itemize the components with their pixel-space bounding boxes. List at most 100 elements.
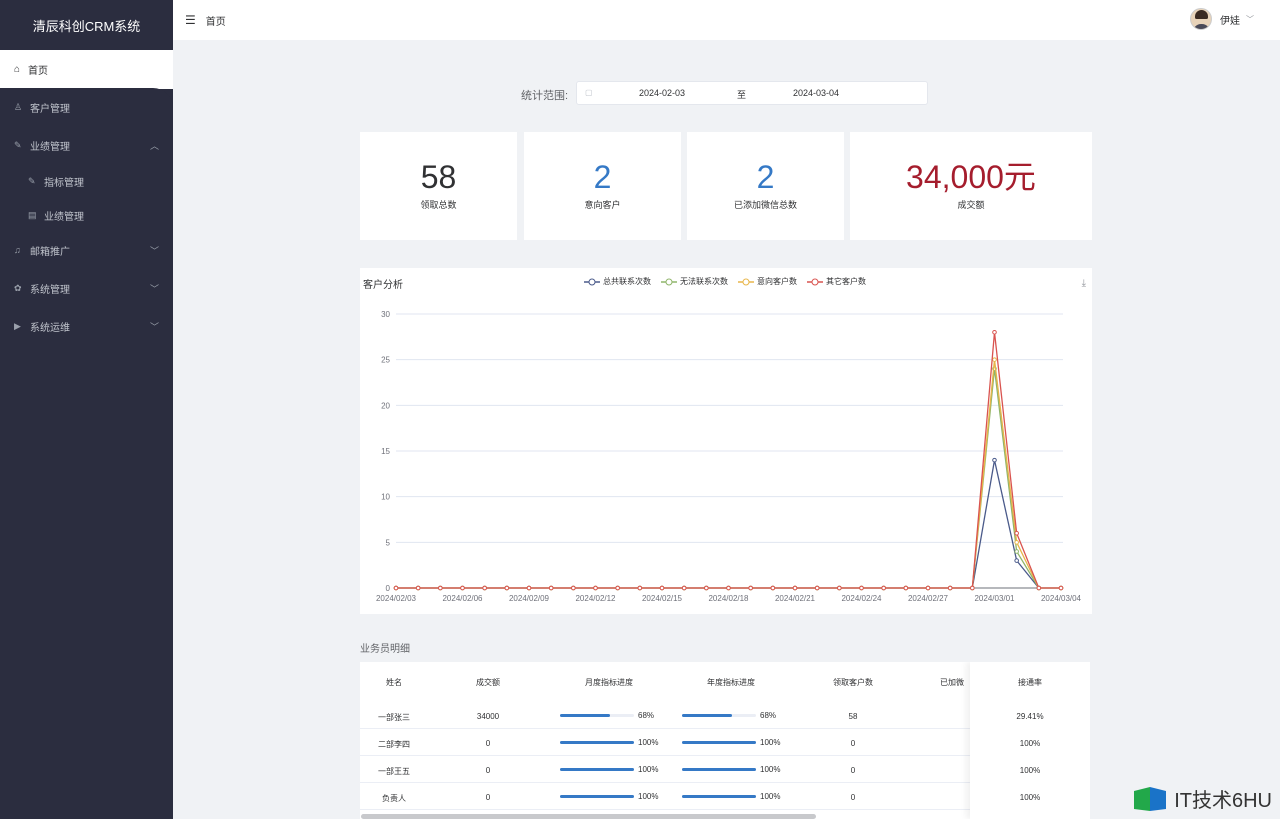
legend-item[interactable]: 总共联系次数 xyxy=(584,276,651,287)
chevron-down-icon[interactable]: ﹀ xyxy=(1246,14,1254,25)
data-point[interactable] xyxy=(1058,585,1064,591)
month-progress-label: 100% xyxy=(638,765,659,774)
data-point[interactable] xyxy=(593,585,598,591)
data-point[interactable] xyxy=(881,585,886,591)
data-point[interactable] xyxy=(704,585,709,591)
year-progress-bar xyxy=(682,795,756,798)
x-tick-label: 2024/02/24 xyxy=(841,594,882,603)
stat-card-wechat: 2 已添加微信总数 xyxy=(687,132,844,240)
sidebar-item-label: 邮箱推广 xyxy=(30,246,70,258)
data-point[interactable] xyxy=(814,585,820,591)
sidebar-item-home[interactable]: ⌂ 首页 xyxy=(0,50,190,89)
progress-fill xyxy=(682,741,756,744)
horizontal-scrollbar[interactable] xyxy=(361,814,816,819)
data-point[interactable] xyxy=(681,585,687,591)
data-point[interactable] xyxy=(992,329,997,335)
date-range-picker[interactable]: ▢ 2024-02-03 至 2024-03-04 xyxy=(576,81,928,105)
download-icon[interactable]: ⤓ xyxy=(1082,278,1086,289)
column-header[interactable]: 月度指标进度 xyxy=(548,677,670,688)
cell-amount: 0 xyxy=(485,739,491,748)
data-point[interactable] xyxy=(482,585,487,591)
column-header[interactable]: 领取客户数 xyxy=(792,677,914,688)
legend-item[interactable]: 意向客户数 xyxy=(738,276,797,287)
data-point[interactable] xyxy=(393,585,399,591)
data-point[interactable] xyxy=(460,585,465,591)
sidebar-menu: ♙ 客户管理 ✎ 业绩管理 ︿ ✎ 指标管理 ▤ 业绩管理 ♫ 邮箱推广 ﹀ ✿… xyxy=(0,88,173,819)
series-line[interactable] xyxy=(396,459,1061,589)
data-point[interactable] xyxy=(637,585,643,591)
sidebar-item-kpi[interactable]: ✎ 指标管理 xyxy=(0,163,173,199)
x-tick-label: 2024/02/06 xyxy=(442,594,483,603)
sidebar-item-system[interactable]: ✿ 系统管理 ﹀ xyxy=(0,270,173,306)
data-point[interactable] xyxy=(504,585,510,591)
legend-label: 无法联系次数 xyxy=(680,277,728,286)
data-point[interactable] xyxy=(992,357,997,362)
cell-claimed: 58 xyxy=(848,712,858,721)
series-line[interactable] xyxy=(396,359,1061,589)
customer-analysis-chart: 0 5 10 15 20 25 30 2024/02/03 2024/02/06 2024/02/… xyxy=(360,268,1092,614)
column-header[interactable]: 成交额 xyxy=(428,677,548,688)
data-point[interactable] xyxy=(438,585,443,591)
sidebar: 清辰科创CRM系统 ⌂ 首页 ♙ 客户管理 ✎ 业绩管理 ︿ ✎ 指标管理 ▤ … xyxy=(0,0,190,819)
username[interactable]: 伊娃 xyxy=(1220,12,1240,27)
data-point[interactable] xyxy=(770,585,776,591)
sidebar-item-ops[interactable]: ▶ 系统运维 ﹀ xyxy=(0,308,173,344)
sidebar-item-performance-sub[interactable]: ▤ 业绩管理 xyxy=(0,197,173,233)
stat-card-claimed: 58 领取总数 xyxy=(360,132,517,240)
edit-icon: ✎ xyxy=(28,175,36,186)
data-point[interactable] xyxy=(726,585,731,591)
progress-fill xyxy=(560,768,634,771)
data-point[interactable] xyxy=(792,585,798,591)
sidebar-item-customers[interactable]: ♙ 客户管理 xyxy=(0,89,173,125)
data-point[interactable] xyxy=(1014,549,1019,554)
legend-item[interactable]: 无法联系次数 xyxy=(661,276,728,287)
avatar[interactable] xyxy=(1190,8,1212,30)
month-progress-label: 100% xyxy=(638,792,659,801)
x-tick-label: 2024/02/09 xyxy=(509,594,550,603)
chevron-up-icon: ︿ xyxy=(149,140,159,151)
data-point[interactable] xyxy=(925,585,931,591)
legend-item[interactable]: 其它客户数 xyxy=(807,276,866,287)
range-separator: 至 xyxy=(737,90,747,100)
data-point[interactable] xyxy=(615,585,620,591)
sidebar-item-label: 指标管理 xyxy=(44,177,84,189)
data-point[interactable] xyxy=(837,585,842,591)
menu-toggle-icon[interactable]: ☰ xyxy=(185,13,196,27)
x-tick-label: 2024/02/27 xyxy=(908,594,949,603)
user-menu[interactable]: 伊娃 ﹀ xyxy=(1190,8,1254,30)
data-point[interactable] xyxy=(970,585,975,591)
column-header[interactable]: 年度指标进度 xyxy=(670,677,792,688)
data-point[interactable] xyxy=(548,585,554,591)
data-point[interactable] xyxy=(659,585,665,591)
user-icon: ♙ xyxy=(14,101,23,112)
data-point[interactable] xyxy=(947,585,953,591)
year-progress-label: 100% xyxy=(760,765,781,774)
book-icon xyxy=(1132,785,1168,813)
stat-label: 已添加微信总数 xyxy=(733,200,797,210)
column-header[interactable]: 接通率 xyxy=(970,677,1090,688)
stat-value: 2 xyxy=(593,159,612,195)
data-point[interactable] xyxy=(748,585,753,591)
sidebar-item-performance[interactable]: ✎ 业绩管理 ︿ xyxy=(0,127,173,163)
y-tick-label: 0 xyxy=(386,584,391,593)
start-date-input[interactable]: 2024-02-03 xyxy=(639,88,685,98)
series-line[interactable] xyxy=(396,368,1061,589)
data-point[interactable] xyxy=(1014,530,1019,536)
data-point[interactable] xyxy=(571,585,576,591)
series-line[interactable] xyxy=(396,332,1061,589)
data-point[interactable] xyxy=(859,585,864,591)
data-point[interactable] xyxy=(992,457,997,463)
year-progress-label: 100% xyxy=(760,738,781,747)
data-point[interactable] xyxy=(903,585,909,591)
data-point[interactable] xyxy=(1014,540,1019,545)
sidebar-item-email[interactable]: ♫ 邮箱推广 ﹀ xyxy=(0,232,173,268)
chevron-down-icon: ﹀ xyxy=(149,245,159,256)
breadcrumb[interactable]: 首页 xyxy=(206,13,226,28)
data-point[interactable] xyxy=(1014,558,1019,563)
column-header[interactable]: 姓名 xyxy=(360,677,428,688)
data-point[interactable] xyxy=(415,585,421,591)
end-date-input[interactable]: 2024-03-04 xyxy=(793,88,839,98)
cell-amount: 34000 xyxy=(476,712,500,721)
data-point[interactable] xyxy=(526,585,532,591)
data-point[interactable] xyxy=(1036,585,1042,591)
